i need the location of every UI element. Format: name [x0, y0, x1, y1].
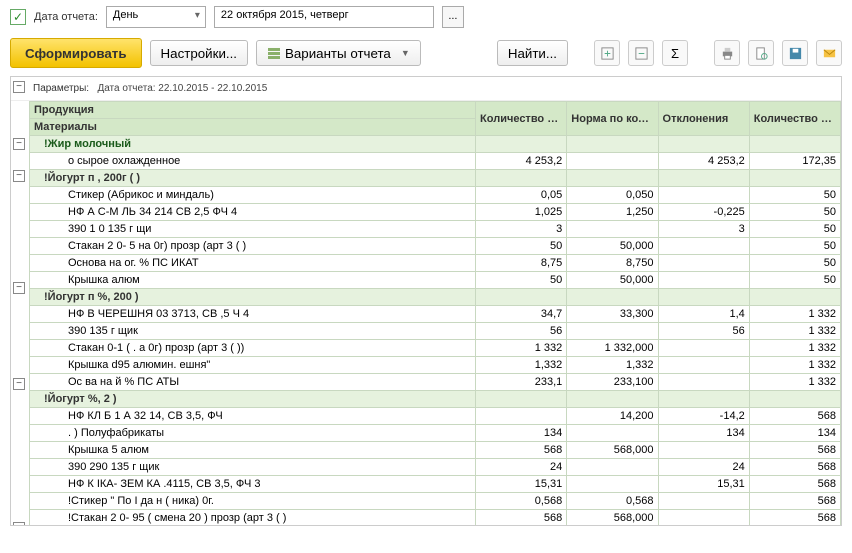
- enable-checkbox[interactable]: ✓: [10, 9, 26, 25]
- save-icon[interactable]: [782, 40, 808, 66]
- params-row: Параметры: Дата отчета: 22.10.2015 - 22.…: [11, 77, 841, 101]
- data-row[interactable]: . ) Полуфабрикаты: [30, 425, 476, 442]
- toggle-root[interactable]: −: [13, 81, 25, 93]
- tree-toggle[interactable]: −: [13, 138, 25, 150]
- preview-icon[interactable]: [748, 40, 774, 66]
- collapse-icon[interactable]: [628, 40, 654, 66]
- subgroup-row[interactable]: !Йогурт п , 200г ( ): [30, 170, 476, 187]
- tree-toggle[interactable]: −: [13, 282, 25, 294]
- period-select[interactable]: День: [106, 6, 206, 28]
- data-row[interactable]: Крышка d95 алюмин. ешня": [30, 357, 476, 374]
- col-qty-prod: Количество продукция: [749, 102, 840, 136]
- date-field[interactable]: 22 октября 2015, четверг: [214, 6, 434, 28]
- variants-icon: [267, 46, 281, 60]
- col-dev: Отклонения: [658, 102, 749, 136]
- settings-button[interactable]: Настройки...: [150, 40, 248, 66]
- data-row[interactable]: НФ В ЧЕРЕШНЯ 03 3713, СВ ,5 Ч 4: [30, 306, 476, 323]
- data-row[interactable]: !Стикер " По І да н ( ника) 0г.: [30, 493, 476, 510]
- data-row[interactable]: 390 135 г щик: [30, 323, 476, 340]
- subgroup-row[interactable]: !Йогурт п %, 200 ): [30, 289, 476, 306]
- data-row[interactable]: 390 290 135 г щик: [30, 459, 476, 476]
- data-row[interactable]: Стакан 2 0- 5 на 0г) прозр (арт 3 ( ): [30, 238, 476, 255]
- data-row[interactable]: Основа на ог. % ПС ИКАТ: [30, 255, 476, 272]
- tree-toggle[interactable]: −: [13, 378, 25, 390]
- data-row[interactable]: Стакан 0-1 ( . а 0г) прозр (арт 3 ( )): [30, 340, 476, 357]
- generate-button[interactable]: Сформировать: [10, 38, 142, 68]
- data-row[interactable]: 390 1 0 135 г щи: [30, 221, 476, 238]
- data-row[interactable]: НФ А С-М ЛЬ 34 214 СВ 2,5 ФЧ 4: [30, 204, 476, 221]
- col-product: Продукция: [30, 102, 476, 119]
- col-materials: Материалы: [30, 119, 476, 136]
- data-row[interactable]: о сырое охлажденное: [30, 153, 476, 170]
- data-row[interactable]: НФ К ІКА- ЗЕМ КА .4115, СВ 3,5, ФЧ 3: [30, 476, 476, 493]
- sum-icon[interactable]: Σ: [662, 40, 688, 66]
- data-row[interactable]: !Стакан 2 0- 95 ( смена 20 ) прозр (арт …: [30, 510, 476, 527]
- col-norm: Норма по количество: [567, 102, 658, 136]
- date-label: Дата отчета:: [34, 11, 98, 23]
- date-picker-button[interactable]: ...: [442, 6, 464, 28]
- variants-button[interactable]: Варианты отчета ▼: [256, 40, 421, 66]
- subgroup-row[interactable]: !Йогурт %, 2 ): [30, 391, 476, 408]
- print-icon[interactable]: [714, 40, 740, 66]
- expand-icon[interactable]: [594, 40, 620, 66]
- col-qty-mat: Количество материалов: [476, 102, 567, 136]
- tree-toggle[interactable]: −: [13, 522, 25, 526]
- data-row[interactable]: НФ КЛ Б 1 А 32 14, СВ 3,5, ФЧ: [30, 408, 476, 425]
- data-row[interactable]: Крышка 5 алюм: [30, 442, 476, 459]
- data-row[interactable]: Стикер (Абрикос и миндаль): [30, 187, 476, 204]
- group-row[interactable]: !Жир молочный: [30, 136, 476, 153]
- report-area: − Параметры: Дата отчета: 22.10.2015 - 2…: [10, 76, 842, 526]
- data-row[interactable]: Крышка алюм: [30, 272, 476, 289]
- dropdown-icon: ▼: [401, 48, 410, 58]
- data-row[interactable]: Ос ва на й % ПС АТЫ: [30, 374, 476, 391]
- find-button[interactable]: Найти...: [497, 40, 568, 66]
- email-icon[interactable]: [816, 40, 842, 66]
- report-table: Продукция Количество материалов Норма по…: [29, 101, 841, 526]
- tree-toggle[interactable]: −: [13, 170, 25, 182]
